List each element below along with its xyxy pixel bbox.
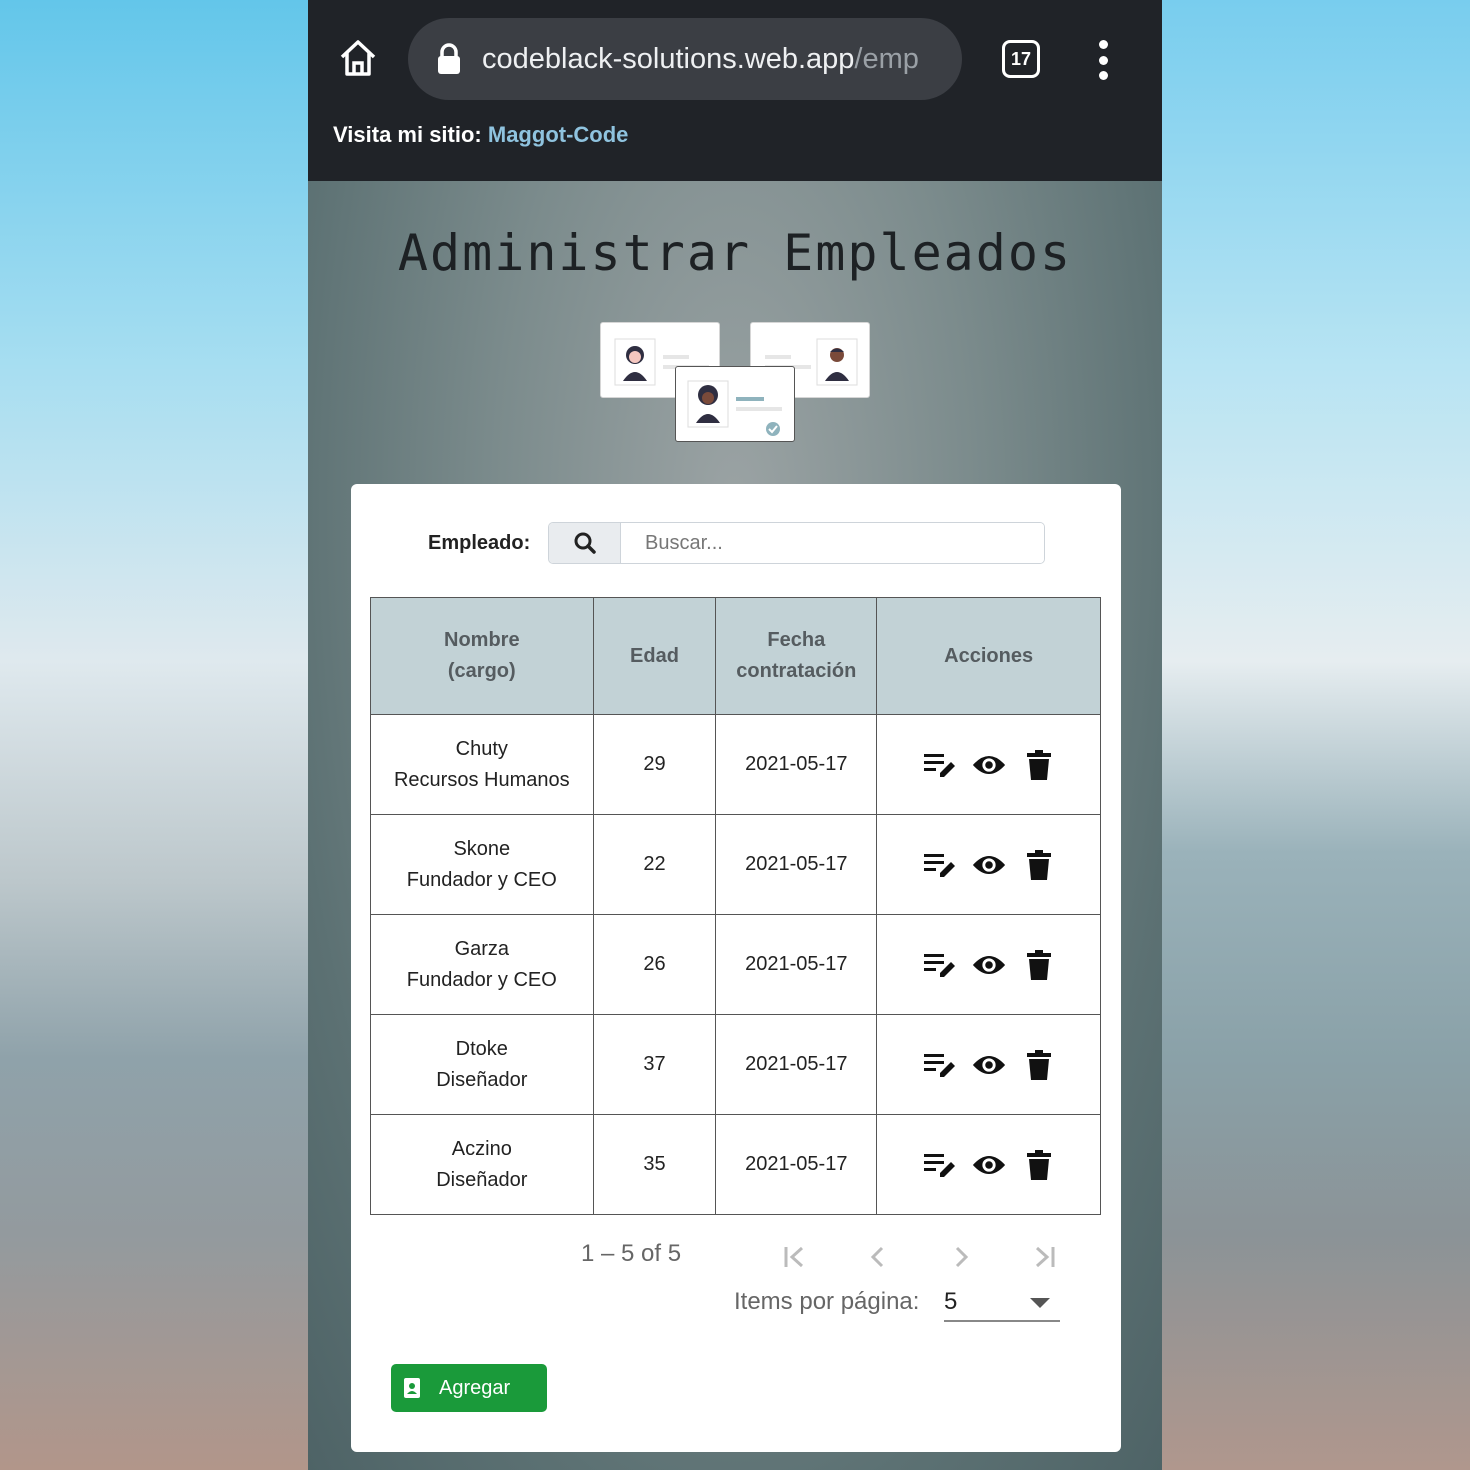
header-date[interactable]: Fecha contratación xyxy=(715,597,878,715)
banner-link[interactable]: Maggot-Code xyxy=(488,122,629,147)
edit-note-icon[interactable] xyxy=(921,847,957,883)
items-per-page-value: 5 xyxy=(944,1288,958,1315)
employees-illustration xyxy=(600,322,872,444)
more-menu-icon[interactable] xyxy=(1096,40,1110,80)
trash-icon[interactable] xyxy=(1021,1147,1057,1183)
cell-age: 35 xyxy=(592,1114,717,1215)
paginator-range: 1 – 5 of 5 xyxy=(581,1240,682,1267)
cell-actions xyxy=(876,914,1101,1015)
dropdown-arrow-icon xyxy=(1030,1298,1050,1308)
cell-name: Aczino Diseñador xyxy=(370,1114,594,1215)
add-employee-button[interactable]: Agregar xyxy=(391,1364,547,1412)
edit-note-icon[interactable] xyxy=(921,947,957,983)
edit-note-icon[interactable] xyxy=(921,1047,957,1083)
search-row: Empleado: xyxy=(428,522,1045,564)
search-group xyxy=(548,522,1045,564)
last-page-icon[interactable] xyxy=(1029,1242,1059,1272)
cell-actions xyxy=(876,1114,1101,1215)
trash-icon[interactable] xyxy=(1021,847,1057,883)
header-actions: Acciones xyxy=(876,597,1101,715)
address-bar[interactable]: codeblack-solutions.web.app/emp xyxy=(408,18,962,100)
header-name[interactable]: Nombre (cargo) xyxy=(370,597,594,715)
cell-actions xyxy=(876,714,1101,815)
contact-card-icon xyxy=(404,1378,420,1398)
home-icon[interactable] xyxy=(338,38,378,78)
page-title: Administrar Empleados xyxy=(397,224,1073,282)
employees-table: Nombre (cargo) Edad Fecha contratación Acc… xyxy=(370,597,1101,1215)
cell-name: Chuty Recursos Humanos xyxy=(370,714,594,815)
employees-panel: Empleado: Nombre(cargo) Edad Fechacontra… xyxy=(351,484,1121,1452)
cell-name: Skone Fundador y CEO xyxy=(370,814,594,915)
next-page-icon[interactable] xyxy=(946,1242,976,1272)
eye-icon[interactable] xyxy=(971,1147,1007,1183)
phone-screen: codeblack-solutions.web.app/emp 17 Visit… xyxy=(308,0,1162,1470)
lock-icon xyxy=(436,43,462,75)
employees-table-wrap: Nombre (cargo) Edad Fecha contratación Acc… xyxy=(370,597,1101,1215)
eye-icon[interactable] xyxy=(971,747,1007,783)
cell-date: 2021-05-17 xyxy=(715,714,878,815)
items-per-page-select[interactable]: 5 xyxy=(944,1284,1060,1322)
url-text: codeblack-solutions.web.app/emp xyxy=(482,43,944,76)
table-row: Chuty Recursos Humanos 29 2021-05-17 xyxy=(370,714,1101,815)
add-button-label: Agregar xyxy=(439,1376,511,1399)
table-row: Dtoke Diseñador 37 2021-05-17 xyxy=(370,1014,1101,1115)
cell-age: 26 xyxy=(592,914,717,1015)
eye-icon[interactable] xyxy=(971,1047,1007,1083)
site-banner: Visita mi sitio: Maggot-Code xyxy=(333,122,628,148)
search-input[interactable] xyxy=(621,523,1044,563)
url-path: /emp xyxy=(854,42,919,75)
cell-actions xyxy=(876,1014,1101,1115)
cell-actions xyxy=(876,814,1101,915)
background-right xyxy=(1162,0,1470,1470)
tab-switcher-button[interactable]: 17 xyxy=(1002,40,1040,78)
cell-name: Garza Fundador y CEO xyxy=(370,914,594,1015)
eye-icon[interactable] xyxy=(971,947,1007,983)
url-host: codeblack-solutions.web.app xyxy=(482,42,855,75)
cell-date: 2021-05-17 xyxy=(715,1114,878,1215)
items-per-page-label: Items por página: xyxy=(734,1288,920,1315)
table-row: Skone Fundador y CEO 22 2021-05-17 xyxy=(370,814,1101,915)
cell-age: 22 xyxy=(592,814,717,915)
search-icon xyxy=(549,523,621,563)
cell-date: 2021-05-17 xyxy=(715,1014,878,1115)
paginator: 1 – 5 of 5 Items por página: 5 xyxy=(370,1212,1101,1337)
header-age[interactable]: Edad xyxy=(592,597,717,715)
table-row: Aczino Diseñador 35 2021-05-17 xyxy=(370,1114,1101,1215)
background-left xyxy=(0,0,308,1470)
cell-age: 37 xyxy=(592,1014,717,1115)
edit-note-icon[interactable] xyxy=(921,747,957,783)
edit-note-icon[interactable] xyxy=(921,1147,957,1183)
table-header-row: Nombre (cargo) Edad Fecha contratación Acc… xyxy=(370,597,1101,715)
table-row: Garza Fundador y CEO 26 2021-05-17 xyxy=(370,914,1101,1015)
search-label: Empleado: xyxy=(428,531,531,554)
cell-date: 2021-05-17 xyxy=(715,914,878,1015)
first-page-icon[interactable] xyxy=(780,1242,810,1272)
browser-toolbar: codeblack-solutions.web.app/emp 17 Visit… xyxy=(308,0,1162,181)
banner-prefix: Visita mi sitio: xyxy=(333,122,482,147)
eye-icon[interactable] xyxy=(971,847,1007,883)
previous-page-icon[interactable] xyxy=(863,1242,893,1272)
trash-icon[interactable] xyxy=(1021,947,1057,983)
trash-icon[interactable] xyxy=(1021,747,1057,783)
cell-name: Dtoke Diseñador xyxy=(370,1014,594,1115)
trash-icon[interactable] xyxy=(1021,1047,1057,1083)
cell-date: 2021-05-17 xyxy=(715,814,878,915)
cell-age: 29 xyxy=(592,714,717,815)
